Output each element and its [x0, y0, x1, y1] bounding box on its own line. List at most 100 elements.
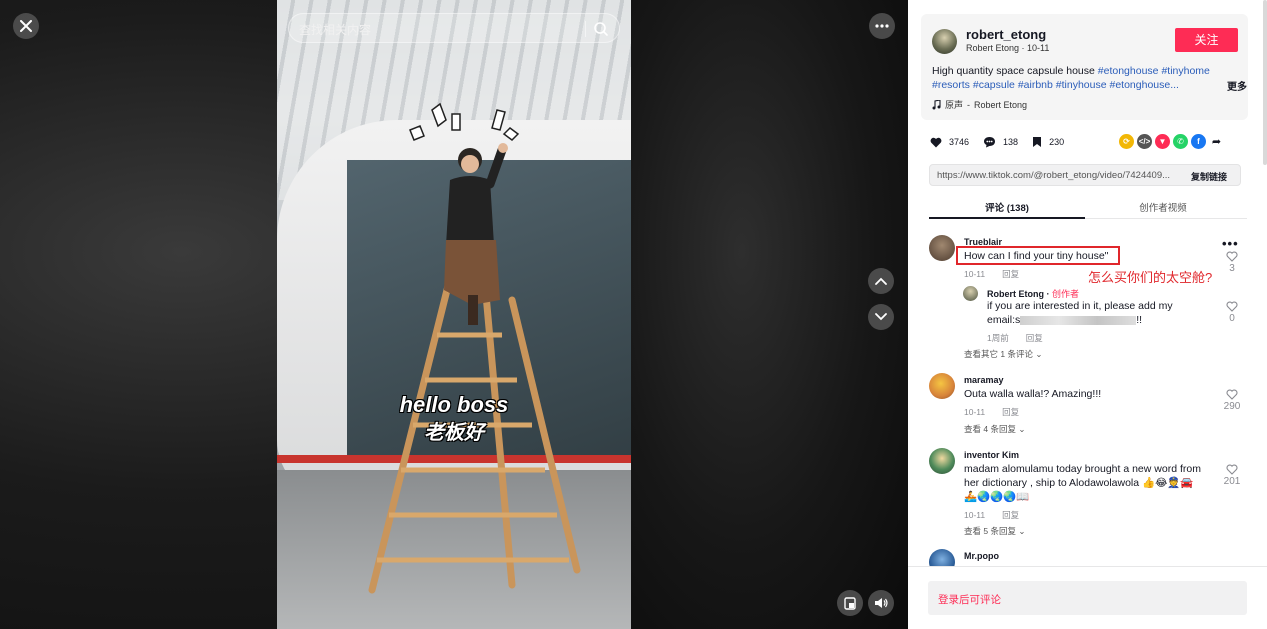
hashtag-link[interactable]: #etonghouse... [1109, 79, 1178, 91]
comment-button[interactable]: 138 [983, 136, 1018, 148]
pip-icon [844, 596, 856, 610]
chevron-up-icon [875, 277, 887, 285]
reply-date: 1周前 [987, 333, 1009, 343]
music-author: Robert Etong [974, 99, 1028, 110]
more-options-button[interactable] [869, 13, 895, 39]
hashtag-link[interactable]: #tinyhome [1161, 65, 1209, 77]
follow-button[interactable]: 关注 [1175, 28, 1238, 52]
video-caption-chinese: 老板好 [424, 422, 484, 444]
reply-button[interactable]: 回复 [1026, 333, 1043, 343]
avatar[interactable] [929, 235, 955, 261]
avatar[interactable] [929, 549, 955, 566]
close-icon [20, 20, 32, 32]
avatar[interactable] [932, 29, 957, 54]
embed-icon[interactable]: </> [1137, 134, 1152, 149]
tab-comments[interactable]: 评论 (138) [929, 200, 1085, 214]
comment-list: Trueblair ••• How can I find your tiny h… [908, 226, 1267, 566]
comment-text-line: madam alomulamu today brought a new word… [964, 463, 1201, 475]
search-input[interactable]: 查找相关内容 [288, 13, 620, 43]
comment-like-button[interactable]: 290 [1218, 389, 1246, 412]
close-button[interactable] [13, 13, 39, 39]
chevron-down-icon: ⌄ [1035, 349, 1043, 359]
comment-text: Outa walla walla!? Amazing!!! [964, 388, 1102, 400]
comment-like-button[interactable]: 3 [1221, 251, 1243, 274]
chevron-down-icon: ⌄ [1018, 526, 1026, 536]
search-icon[interactable] [591, 19, 611, 39]
chevron-down-icon: ⌄ [1018, 424, 1026, 434]
description-text: High quantity space capsule house [932, 65, 1098, 77]
picture-in-picture-button[interactable] [837, 590, 863, 616]
video-player[interactable]: hello boss 老板好 查找相关内容 [0, 0, 908, 629]
heart-outline-icon [1226, 464, 1238, 475]
search-divider [585, 21, 586, 37]
comment-count: 138 [1003, 137, 1019, 147]
view-more-label: 查看 5 条回复 [964, 526, 1016, 536]
reply-like-count: 0 [1229, 313, 1235, 324]
author-subtitle: Robert Etong · 10-11 [966, 43, 1050, 53]
like-button[interactable]: 3746 [930, 137, 969, 148]
avatar[interactable] [929, 373, 955, 399]
send-icon[interactable]: ▼ [1155, 134, 1170, 149]
avatar[interactable] [963, 286, 978, 301]
view-more-replies-button[interactable]: 查看其它 1 条评论 ⌄ [964, 348, 1042, 360]
blurred-email [1020, 315, 1137, 325]
post-description: High quantity space capsule house #etong… [932, 64, 1232, 92]
reply-text-line: email:s!! [987, 313, 1142, 327]
facebook-icon[interactable]: f [1191, 134, 1206, 149]
video-url-field[interactable]: https://www.tiktok.com/@robert_etong/vid… [929, 164, 1241, 186]
comment-input-login[interactable]: 登录后可评论 [928, 581, 1247, 615]
comment-text-line: her dictionary , ship to Alodawolawola 👍… [964, 477, 1194, 489]
hashtag-link[interactable]: #capsule [973, 79, 1015, 91]
comment-username[interactable]: inventor Kim [964, 450, 1019, 460]
comment-icon [984, 137, 996, 148]
comment-like-count: 3 [1229, 263, 1235, 274]
volume-button[interactable] [868, 590, 894, 616]
copy-link-button[interactable]: 复制链接 [1191, 170, 1227, 183]
save-button[interactable]: 230 [1032, 136, 1064, 148]
sparkle-decoration [409, 102, 520, 141]
active-tab-indicator [929, 217, 1085, 219]
hashtag-link[interactable]: #tinyhouse [1056, 79, 1107, 91]
whatsapp-icon[interactable]: ✆ [1173, 134, 1188, 149]
video-url: https://www.tiktok.com/@robert_etong/vid… [937, 170, 1171, 181]
comment-text-line: 🚣🌏🌏🌏📖 [964, 491, 1030, 503]
share-arrow-icon[interactable]: ➦ [1209, 134, 1224, 149]
author-display-name: Robert Etong [966, 43, 1020, 53]
view-more-replies-button[interactable]: 查看 5 条回复 ⌄ [964, 525, 1025, 537]
like-count: 3746 [949, 137, 970, 147]
hashtag-link[interactable]: #resorts [932, 79, 970, 91]
repost-icon[interactable]: ⟳ [1119, 134, 1134, 149]
comment-meta: 10-11 回复 [964, 268, 1019, 280]
login-prompt[interactable]: 登录后可评论 [938, 592, 1001, 607]
avatar[interactable] [929, 448, 955, 474]
hashtag-link[interactable]: #airbnb [1018, 79, 1053, 91]
reply-button[interactable]: 回复 [1002, 510, 1019, 520]
reply-author-name: Robert Etong [987, 289, 1044, 299]
tab-creator-videos[interactable]: 创作者视频 [1085, 200, 1241, 214]
view-more-replies-button[interactable]: 查看 4 条回复 ⌄ [964, 423, 1025, 435]
author-username[interactable]: robert_etong [966, 27, 1046, 42]
save-count: 230 [1049, 137, 1065, 147]
creator-badge: 创作者 [1052, 289, 1080, 299]
comment-meta: 10-11 回复 [964, 509, 1019, 521]
next-video-button[interactable] [868, 304, 894, 330]
comment-more-icon[interactable]: ••• [1222, 236, 1239, 251]
scrollbar[interactable] [1263, 0, 1267, 165]
comment-like-button[interactable]: 201 [1218, 464, 1246, 487]
music-note-icon [932, 99, 941, 109]
reply-button[interactable]: 回复 [1002, 269, 1019, 279]
expand-description-button[interactable]: 更多 [1227, 78, 1247, 93]
reply-like-button[interactable]: 0 [1221, 301, 1243, 324]
previous-video-button[interactable] [868, 268, 894, 294]
view-more-label: 查看其它 1 条评论 [964, 349, 1033, 359]
hashtag-link[interactable]: #etonghouse [1098, 65, 1159, 77]
comment-username[interactable]: Mr.popo [964, 551, 999, 561]
comment-username[interactable]: maramay [964, 375, 1004, 385]
video-frame[interactable]: hello boss 老板好 [277, 0, 631, 629]
volume-icon [875, 598, 888, 608]
annotation-text: 怎么买你们的太空舱? [1088, 270, 1213, 285]
reply-button[interactable]: 回复 [1002, 407, 1019, 417]
post-date: 10-11 [1027, 43, 1050, 53]
comment-meta: 10-11 回复 [964, 406, 1019, 418]
music-info[interactable]: 原声 - Robert Etong [932, 98, 1027, 111]
